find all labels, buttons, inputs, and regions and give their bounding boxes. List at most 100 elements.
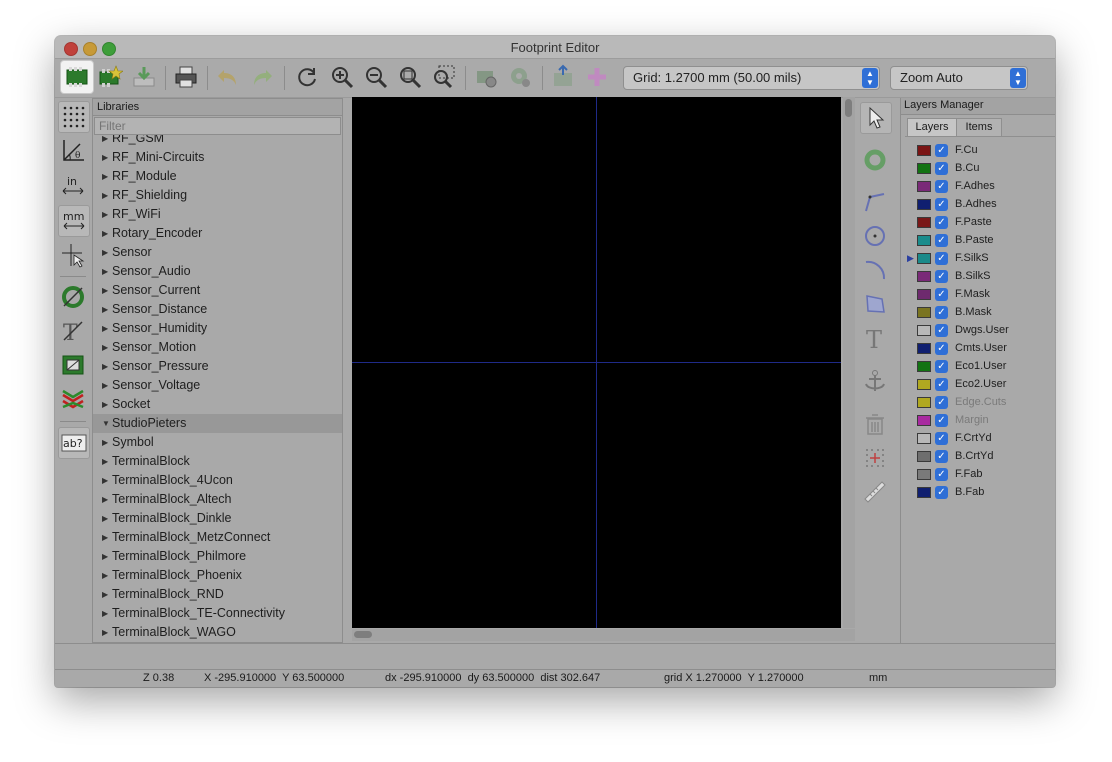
library-item[interactable]: ▶ TerminalBlock_Phoenix [93, 566, 342, 585]
canvas-horizontal-scrollbar[interactable] [352, 629, 855, 641]
library-item[interactable]: ▶ RF_GSM [93, 135, 342, 148]
add-arc-icon[interactable] [860, 255, 890, 285]
layer-color-swatch[interactable] [917, 163, 931, 174]
new-footprint-icon[interactable] [95, 62, 125, 92]
zoom-fit-icon[interactable] [395, 62, 425, 92]
layer-color-swatch[interactable] [917, 217, 931, 228]
disclosure-collapsed-icon[interactable]: ▶ [102, 243, 108, 262]
layer-visibility-checkbox[interactable]: ✓ [935, 396, 948, 409]
layer-row[interactable]: ✓ F.Paste [915, 214, 1055, 232]
layer-row[interactable]: ✓ B.CrtYd [915, 448, 1055, 466]
library-item[interactable]: ▶ TerminalBlock_Altech [93, 490, 342, 509]
select-icon[interactable] [860, 102, 892, 134]
cursor-crosshair-icon[interactable] [58, 240, 88, 270]
add-pad-icon[interactable] [860, 145, 890, 175]
layer-visibility-checkbox[interactable]: ✓ [935, 486, 948, 499]
library-item[interactable]: ▶ Sensor_Pressure [93, 357, 342, 376]
library-item[interactable]: ▶ Sensor_Humidity [93, 319, 342, 338]
layer-row[interactable]: ✓ B.SilkS [915, 268, 1055, 286]
layer-color-swatch[interactable] [917, 199, 931, 210]
add-circle-icon[interactable] [860, 221, 890, 251]
layer-visibility-checkbox[interactable]: ✓ [935, 342, 948, 355]
disclosure-collapsed-icon[interactable]: ▶ [102, 300, 108, 319]
library-item[interactable]: ▶ TerminalBlock_WAGO [93, 623, 342, 642]
disclosure-collapsed-icon[interactable]: ▶ [102, 547, 108, 566]
library-item[interactable]: ▶ Sensor [93, 243, 342, 262]
layer-row[interactable]: ✓ B.Adhes [915, 196, 1055, 214]
disclosure-collapsed-icon[interactable]: ▶ [102, 509, 108, 528]
save-icon[interactable] [129, 62, 159, 92]
library-item[interactable]: ▶ Socket [93, 395, 342, 414]
layer-row[interactable]: ✓ F.Cu [915, 142, 1055, 160]
layer-row[interactable]: ✓ Cmts.User [915, 340, 1055, 358]
load-footprint-icon[interactable] [548, 62, 578, 92]
disclosure-collapsed-icon[interactable]: ▶ [102, 205, 108, 224]
disclosure-collapsed-icon[interactable]: ▶ [102, 135, 108, 148]
layer-visibility-checkbox[interactable]: ✓ [935, 270, 948, 283]
edge-sketch-icon[interactable] [58, 350, 88, 380]
library-item[interactable]: ▶ TerminalBlock_RND [93, 585, 342, 604]
library-item[interactable]: ▶ Sensor_Voltage [93, 376, 342, 395]
disclosure-collapsed-icon[interactable]: ▶ [102, 224, 108, 243]
add-text-icon[interactable]: T [860, 323, 890, 353]
disclosure-collapsed-icon[interactable]: ▶ [102, 604, 108, 623]
layer-row[interactable]: ✓ B.Mask [915, 304, 1055, 322]
add-line-icon[interactable] [860, 187, 890, 217]
disclosure-collapsed-icon[interactable]: ▶ [102, 167, 108, 186]
scrollbar-thumb[interactable] [354, 631, 372, 638]
disclosure-collapsed-icon[interactable]: ▶ [102, 452, 108, 471]
layer-row[interactable]: ✓ F.CrtYd [915, 430, 1055, 448]
layer-visibility-checkbox[interactable]: ✓ [935, 468, 948, 481]
library-item[interactable]: ▶ TerminalBlock_MetzConnect [93, 528, 342, 547]
library-item[interactable]: ▶ TerminalBlock_Dinkle [93, 509, 342, 528]
layer-visibility-checkbox[interactable]: ✓ [935, 306, 948, 319]
layer-visibility-checkbox[interactable]: ✓ [935, 252, 948, 265]
zoom-selection-icon[interactable] [429, 62, 459, 92]
polar-coords-icon[interactable]: θ [58, 136, 88, 166]
layer-visibility-checkbox[interactable]: ✓ [935, 180, 948, 193]
layer-visibility-checkbox[interactable]: ✓ [935, 198, 948, 211]
library-item[interactable]: ▶ RF_WiFi [93, 205, 342, 224]
zoom-out-icon[interactable] [361, 62, 391, 92]
layer-visibility-checkbox[interactable]: ✓ [935, 234, 948, 247]
layer-visibility-checkbox[interactable]: ✓ [935, 288, 948, 301]
layer-color-swatch[interactable] [917, 253, 931, 264]
library-item[interactable]: ▶ Rotary_Encoder [93, 224, 342, 243]
layer-visibility-checkbox[interactable]: ✓ [935, 144, 948, 157]
layer-color-swatch[interactable] [917, 415, 931, 426]
disclosure-collapsed-icon[interactable]: ▶ [102, 319, 108, 338]
layer-row[interactable]: ✓ Eco1.User [915, 358, 1055, 376]
layer-visibility-checkbox[interactable]: ✓ [935, 216, 948, 229]
layer-row[interactable]: ✓ Margin [915, 412, 1055, 430]
layer-color-swatch[interactable] [917, 361, 931, 372]
library-item[interactable]: ▶ Sensor_Motion [93, 338, 342, 357]
layer-row[interactable]: ✓ B.Fab [915, 484, 1055, 502]
layer-color-swatch[interactable] [917, 469, 931, 480]
layer-row[interactable]: ▶ ✓ F.SilkS [907, 250, 1055, 268]
zoom-select[interactable]: Zoom Auto ▲ ▼ [890, 66, 1028, 90]
library-item[interactable]: ▶ TerminalBlock [93, 452, 342, 471]
library-item[interactable]: ▶ Symbol [93, 433, 342, 452]
disclosure-collapsed-icon[interactable]: ▶ [102, 186, 108, 205]
disclosure-collapsed-icon[interactable]: ▶ [102, 357, 108, 376]
layer-color-swatch[interactable] [917, 433, 931, 444]
library-item[interactable]: ▶ Sensor_Current [93, 281, 342, 300]
anchor-icon[interactable] [860, 366, 890, 396]
layer-visibility-checkbox[interactable]: ✓ [935, 414, 948, 427]
disclosure-expanded-icon[interactable]: ▼ [102, 414, 110, 433]
layer-visibility-checkbox[interactable]: ✓ [935, 360, 948, 373]
layer-color-swatch[interactable] [917, 235, 931, 246]
tab-items[interactable]: Items [956, 118, 1002, 136]
pad-settings-icon[interactable] [505, 62, 535, 92]
disclosure-collapsed-icon[interactable]: ▶ [102, 148, 108, 167]
text-variable-icon[interactable]: ab? [58, 427, 90, 459]
insert-footprint-icon[interactable] [582, 62, 612, 92]
disclosure-collapsed-icon[interactable]: ▶ [102, 585, 108, 604]
disclosure-collapsed-icon[interactable]: ▶ [102, 623, 108, 642]
layer-color-swatch[interactable] [917, 307, 931, 318]
disclosure-collapsed-icon[interactable]: ▶ [102, 471, 108, 490]
layer-row[interactable]: ✓ F.Adhes [915, 178, 1055, 196]
inches-units-icon[interactable]: in [58, 171, 88, 201]
library-item[interactable]: ▼ StudioPieters [93, 414, 342, 433]
zoom-in-icon[interactable] [327, 62, 357, 92]
